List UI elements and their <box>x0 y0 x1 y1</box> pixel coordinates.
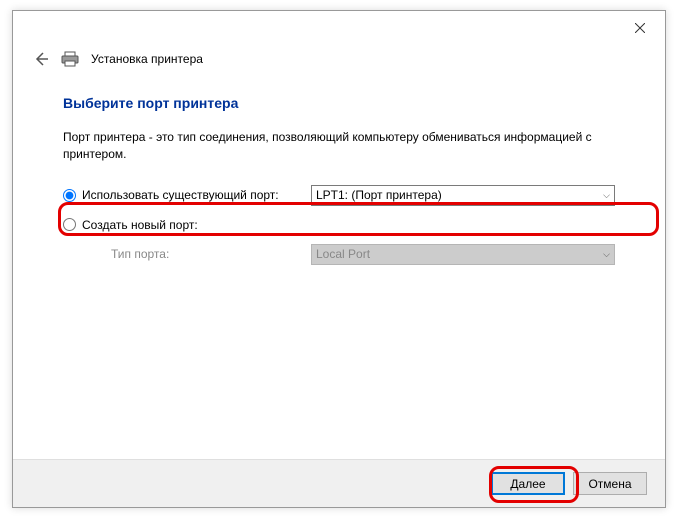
content-area: Выберите порт принтера Порт принтера - э… <box>13 75 665 265</box>
close-button[interactable] <box>623 15 657 41</box>
radio-use-existing-label: Использовать существующий порт: <box>82 188 279 202</box>
next-button[interactable]: Далее <box>491 472 565 495</box>
option-create-new: Создать новый порт: <box>63 218 615 232</box>
existing-port-value: LPT1: (Порт принтера) <box>316 188 442 202</box>
cancel-button[interactable]: Отмена <box>573 472 647 495</box>
page-heading: Выберите порт принтера <box>63 95 615 111</box>
radio-create-new-input[interactable] <box>63 218 76 231</box>
wizard-dialog: Установка принтера Выберите порт принтер… <box>12 10 666 508</box>
arrow-left-icon <box>33 51 49 67</box>
option-use-existing: Использовать существующий порт: LPT1: (П… <box>63 185 615 206</box>
titlebar <box>13 11 665 45</box>
radio-create-new[interactable]: Создать новый порт: <box>63 218 311 232</box>
wizard-title: Установка принтера <box>91 52 203 66</box>
port-type-value: Local Port <box>316 247 370 261</box>
button-bar: Далее Отмена <box>13 459 665 507</box>
header-row: Установка принтера <box>13 45 665 75</box>
existing-port-dropdown[interactable]: LPT1: (Порт принтера) ⌵ <box>311 185 615 206</box>
radio-create-new-label: Создать новый порт: <box>82 218 198 232</box>
printer-icon <box>61 51 79 67</box>
back-button[interactable] <box>33 51 49 67</box>
port-type-row: Тип порта: Local Port ⌵ <box>63 244 615 265</box>
radio-use-existing[interactable]: Использовать существующий порт: <box>63 188 311 202</box>
radio-use-existing-input[interactable] <box>63 189 76 202</box>
chevron-down-icon: ⌵ <box>603 190 610 201</box>
port-type-dropdown: Local Port ⌵ <box>311 244 615 265</box>
page-description: Порт принтера - это тип соединения, позв… <box>63 129 615 163</box>
chevron-down-icon: ⌵ <box>603 249 610 260</box>
close-icon <box>635 23 645 33</box>
port-type-label: Тип порта: <box>63 247 311 261</box>
